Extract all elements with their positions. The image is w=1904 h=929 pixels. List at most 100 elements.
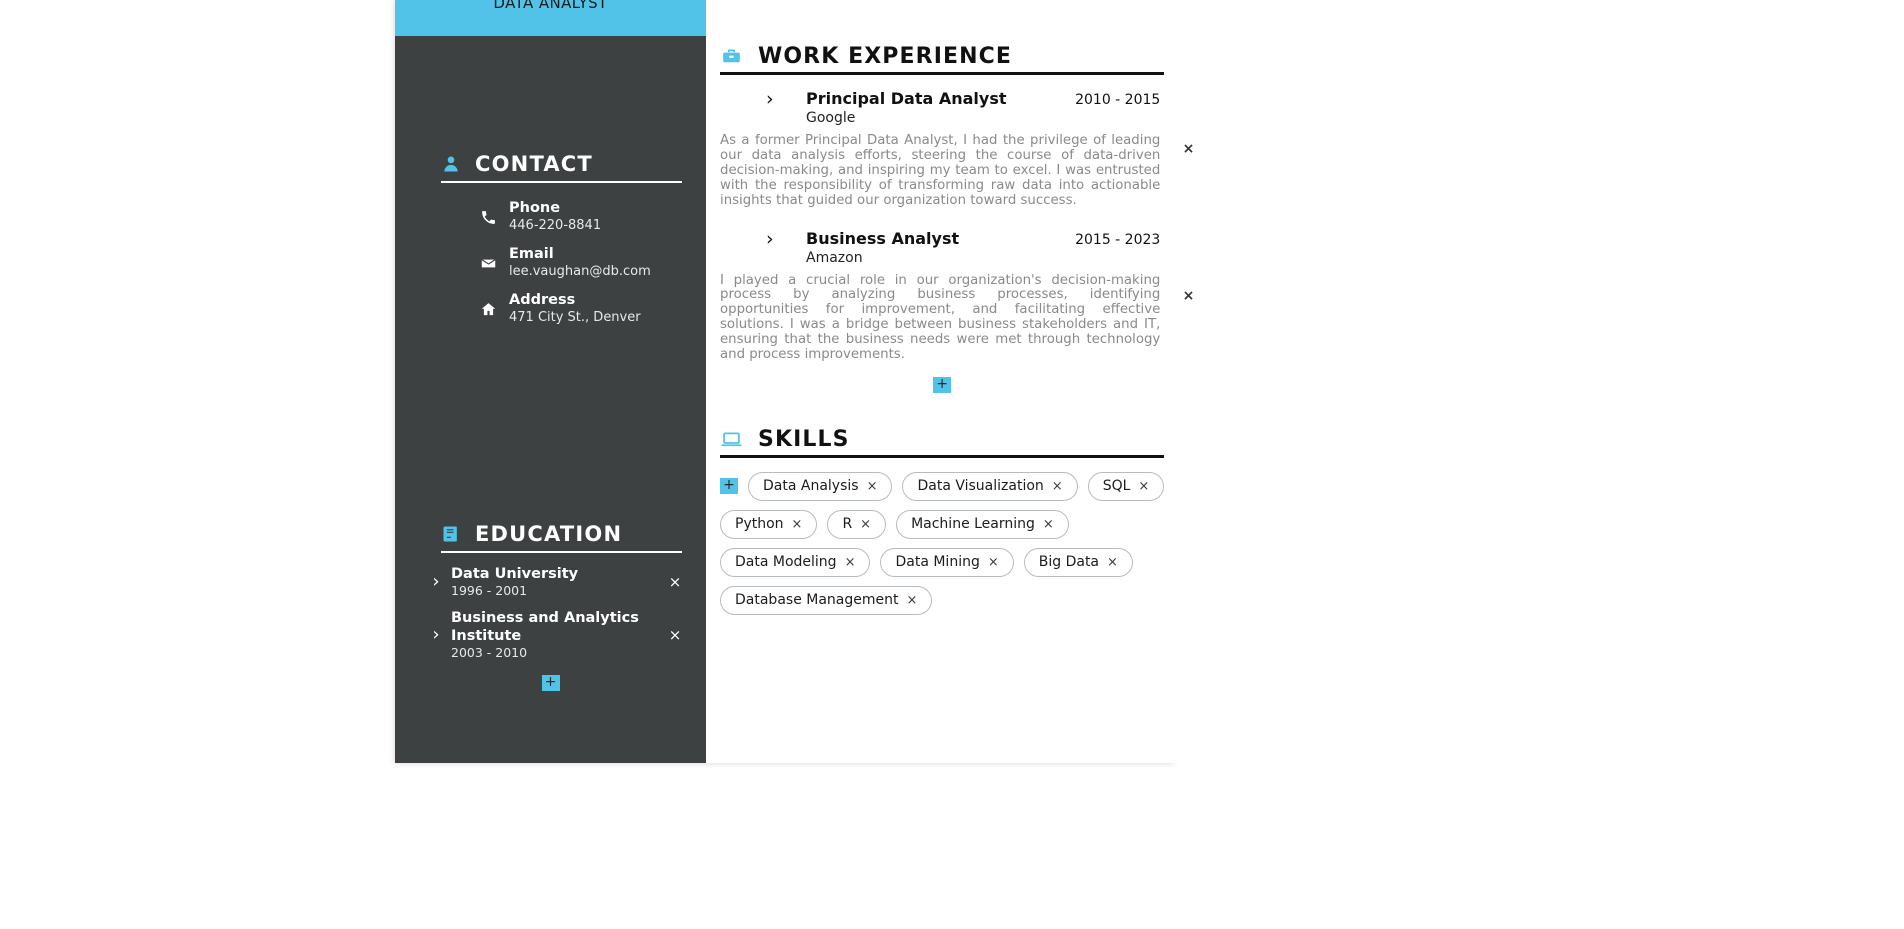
- job-entry: › Principal Data Analyst Google 2010 - 2…: [720, 89, 1194, 209]
- job-company: Google: [806, 110, 856, 126]
- header-banner: DATA ANALYST: [395, 0, 706, 36]
- resume-sidebar: DATA ANALYST CONTACT Phone 446-220-8841 …: [395, 0, 706, 763]
- remove-skill-button[interactable]: ×: [1138, 480, 1149, 493]
- skills-section: SKILLS + Data Analysis × Data Visualizat…: [720, 426, 1165, 615]
- remove-skill-button[interactable]: ×: [860, 518, 871, 531]
- remove-job-button[interactable]: ×: [1183, 141, 1195, 157]
- job-title: Principal Data Analyst: [806, 89, 1007, 108]
- skill-pill[interactable]: R ×: [827, 509, 887, 539]
- skills-heading: SKILLS: [720, 426, 1165, 458]
- skill-label: Data Modeling: [735, 553, 837, 570]
- skills-row: + Data Analysis × Data Visualization × S…: [720, 471, 1165, 501]
- education-entry[interactable]: › Business and Analytics Institute 2003 …: [419, 609, 682, 661]
- add-education-button[interactable]: +: [541, 675, 560, 691]
- contact-heading: CONTACT: [441, 152, 682, 183]
- skill-label: R: [842, 515, 853, 532]
- add-job-button[interactable]: +: [933, 376, 952, 393]
- skill-label: Machine Learning: [911, 515, 1035, 532]
- education-entry[interactable]: › Data University 1996 - 2001 ×: [419, 565, 682, 599]
- work-experience-section: WORK EXPERIENCE › Principal Data Analyst…: [720, 44, 1194, 393]
- contact-label-address: Address: [509, 292, 576, 308]
- education-entry-dates: 2003 - 2010: [451, 645, 528, 660]
- education-heading: EDUCATION: [441, 522, 682, 553]
- remove-job-button[interactable]: ×: [1183, 288, 1195, 304]
- education-entry-name: Business and Analytics Institute: [451, 610, 639, 644]
- contact-heading-label: CONTACT: [475, 152, 593, 176]
- contact-section: CONTACT Phone 446-220-8841 Email lee.vau…: [395, 152, 706, 326]
- contact-row-address[interactable]: Address 471 City St., Denver: [479, 291, 682, 326]
- work-experience-heading: WORK EXPERIENCE: [720, 44, 1165, 75]
- contact-label-email: Email: [509, 246, 554, 262]
- skills-row: Python × R × Machine Learning ×: [720, 509, 1164, 539]
- skill-label: Database Management: [735, 591, 899, 608]
- chevron-right-icon[interactable]: ›: [429, 626, 443, 644]
- skill-pill[interactable]: Big Data ×: [1023, 547, 1133, 577]
- contact-value-address[interactable]: 471 City St., Denver: [509, 309, 641, 326]
- add-education-row: +: [419, 671, 682, 691]
- person-icon: [441, 154, 461, 174]
- job-description: As a former Principal Data Analyst, I ha…: [720, 133, 1161, 208]
- contact-label-phone: Phone: [509, 200, 561, 216]
- contact-row-email[interactable]: Email lee.vaughan@db.com: [479, 245, 682, 280]
- skill-pill[interactable]: Database Management ×: [720, 585, 933, 615]
- job-dates: 2015 - 2023: [1075, 231, 1161, 248]
- skill-label: Big Data: [1038, 553, 1100, 570]
- job-entry: › Business Analyst Amazon 2015 - 2023 I …: [720, 229, 1194, 363]
- job-entry-header[interactable]: › Principal Data Analyst Google 2010 - 2…: [720, 89, 1164, 128]
- envelope-icon: [479, 254, 497, 272]
- skill-pill[interactable]: SQL ×: [1087, 471, 1165, 501]
- job-entry-header[interactable]: › Business Analyst Amazon 2015 - 2023: [720, 229, 1164, 268]
- skills-row: Data Modeling × Data Mining × Big Data ×: [720, 547, 1164, 577]
- chevron-right-icon[interactable]: ›: [766, 89, 782, 109]
- work-experience-heading-label: WORK EXPERIENCE: [758, 44, 1012, 69]
- skill-label: SQL: [1102, 477, 1131, 494]
- job-title-banner: DATA ANALYST: [493, 0, 608, 12]
- job-description: I played a crucial role in our organizat…: [720, 272, 1161, 363]
- resume-main: WORK EXPERIENCE › Principal Data Analyst…: [706, 0, 1194, 763]
- remove-skill-button[interactable]: ×: [988, 556, 999, 569]
- education-section: EDUCATION › Data University 1996 - 2001 …: [395, 522, 706, 691]
- contact-value-email[interactable]: lee.vaughan@db.com: [509, 263, 651, 280]
- remove-skill-button[interactable]: ×: [1043, 518, 1054, 531]
- phone-icon: [479, 208, 497, 226]
- resume-preview: DATA ANALYST CONTACT Phone 446-220-8841 …: [395, 0, 1194, 763]
- briefcase-icon: [720, 46, 742, 68]
- remove-skill-button[interactable]: ×: [1107, 556, 1118, 569]
- skill-pill[interactable]: Machine Learning ×: [896, 509, 1069, 539]
- job-company: Amazon: [806, 249, 863, 266]
- contact-row-phone[interactable]: Phone 446-220-8841: [479, 199, 682, 234]
- contact-value-phone[interactable]: 446-220-8841: [509, 217, 601, 234]
- skill-label: Python: [735, 515, 784, 532]
- remove-skill-button[interactable]: ×: [1052, 480, 1063, 493]
- skill-pill[interactable]: Data Analysis ×: [748, 471, 893, 501]
- skill-pill[interactable]: Python ×: [720, 509, 818, 539]
- job-dates: 2010 - 2015: [1075, 92, 1161, 108]
- education-list: › Data University 1996 - 2001 × › Busine…: [419, 565, 682, 691]
- skill-pill[interactable]: Data Modeling ×: [720, 547, 871, 577]
- remove-skill-button[interactable]: ×: [792, 518, 803, 531]
- skills-heading-label: SKILLS: [758, 426, 850, 452]
- book-icon: [441, 524, 461, 544]
- add-job-row: +: [720, 373, 1164, 393]
- skill-label: Data Visualization: [917, 477, 1044, 494]
- job-title: Business Analyst: [806, 228, 960, 248]
- education-heading-label: EDUCATION: [475, 522, 623, 546]
- remove-skill-button[interactable]: ×: [845, 556, 856, 569]
- chevron-right-icon[interactable]: ›: [766, 229, 782, 249]
- skill-label: Data Mining: [895, 553, 980, 570]
- skills-list: + Data Analysis × Data Visualization × S…: [720, 471, 1165, 615]
- education-entry-dates: 1996 - 2001: [451, 583, 528, 598]
- remove-education-button[interactable]: ×: [668, 627, 682, 643]
- screenshot-root: DATA ANALYST CONTACT Phone 446-220-8841 …: [0, 0, 1904, 929]
- remove-skill-button[interactable]: ×: [867, 480, 878, 493]
- remove-skill-button[interactable]: ×: [906, 594, 917, 607]
- add-skill-button[interactable]: +: [720, 478, 738, 495]
- contact-list: Phone 446-220-8841 Email lee.vaughan@db.…: [419, 199, 682, 326]
- skill-pill[interactable]: Data Mining ×: [880, 547, 1014, 577]
- education-entry-name: Data University: [451, 566, 579, 582]
- skill-pill[interactable]: Data Visualization ×: [902, 471, 1078, 501]
- remove-education-button[interactable]: ×: [668, 574, 682, 590]
- skill-label: Data Analysis: [763, 477, 859, 494]
- laptop-icon: [720, 428, 742, 450]
- chevron-right-icon[interactable]: ›: [429, 573, 443, 591]
